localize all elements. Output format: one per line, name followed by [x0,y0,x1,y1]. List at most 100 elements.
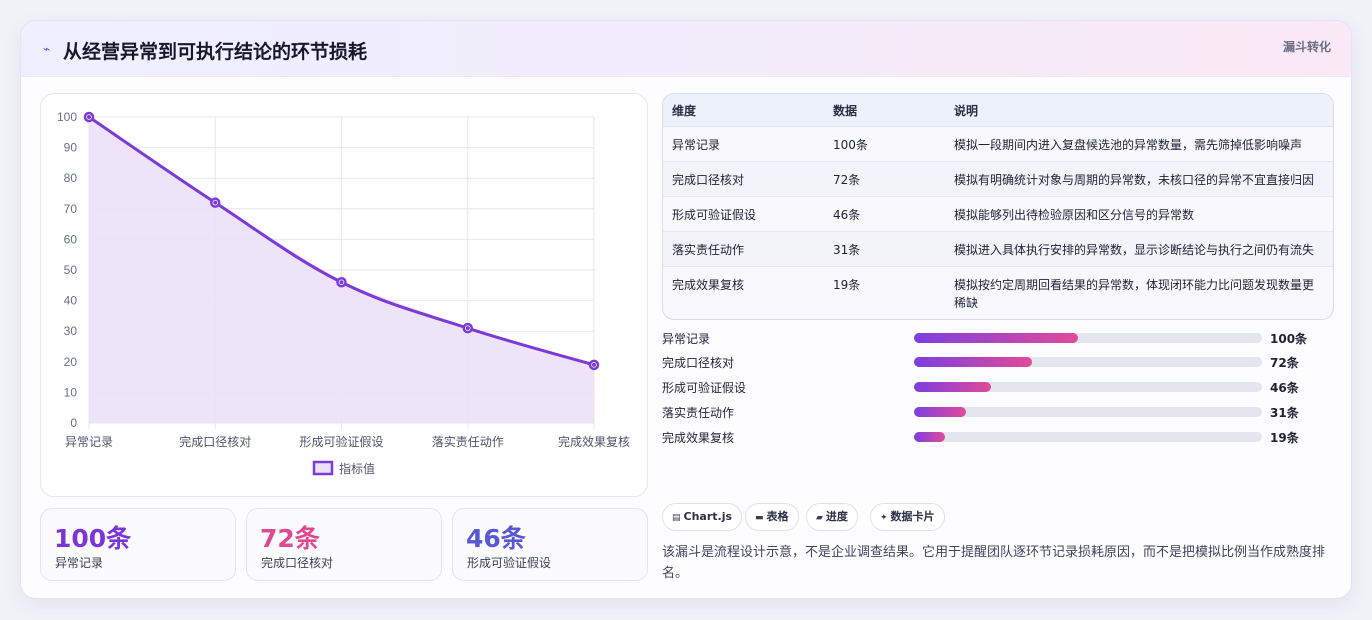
table-cell: 31条 [833,243,861,257]
progress-fill [914,357,1033,367]
table-cell: 模拟能够列出待检验原因和区分信号的异常数 [954,208,1195,222]
progress-track [914,333,1262,343]
chip-label: 数据卡片 [890,510,935,523]
progress-row: 形成可验证假设 46条 [662,378,1334,396]
y-tick-label: 30 [64,324,78,338]
legend-label: 指标值 [339,461,375,476]
progress-value: 100条 [1270,332,1308,346]
header-cell: 说明 [954,104,979,118]
data-point-core [339,280,344,285]
header-cell: 数据 [833,104,858,118]
chip-chartjs[interactable]: ▤ Chart.js [662,503,743,531]
table-cell: 模拟进入具体执行安排的异常数，显示诊断结论与执行之间仍有流失 [954,243,1315,257]
funnel-card: ⌁ 从经营异常到可执行结论的环节损耗 漏斗转化 0 10 20 30 40 50 60 70 8… [20,20,1352,599]
kpi-card-1: 72条 完成口径核对 [246,508,442,581]
progress-value: 19条 [1270,431,1299,445]
progress-row: 完成口径核对 72条 [662,353,1334,371]
kpi-value: 46条 [466,524,526,553]
progress-label: 落实责任动作 [662,406,735,420]
table-row: 形成可验证假设 46条 模拟能够列出待检验原因和区分信号的异常数 [663,197,1333,232]
y-tick-label: 80 [64,171,78,185]
progress-row: 完成效果复核 19条 [662,428,1334,446]
table-cell: 完成效果复核 [672,278,745,292]
table-cell: 异常记录 [672,138,721,152]
chip-label: 表格 [766,510,789,523]
kpi-label: 完成口径核对 [261,556,334,570]
y-tick-label: 20 [64,355,78,369]
chip-data-card[interactable]: ✦ 数据卡片 [870,503,945,531]
table-cell: 落实责任动作 [672,243,745,257]
progress-row: 异常记录 100条 [662,329,1334,347]
progress-fill [914,407,967,417]
progress-track [914,432,1262,442]
x-tick-label: 完成口径核对 [179,434,251,449]
x-tick-label: 形成可验证假设 [299,434,383,449]
progress-track [914,357,1262,367]
table-cell: 模拟一段期间内进入复盘候选池的异常数量，需先筛掉低影响噪声 [954,138,1303,152]
progress-list: 异常记录 100条 完成口径核对 72条 形成可验证假设 46条 落实责任动作 … [662,329,1334,459]
y-tick-label: 60 [64,232,78,246]
kpi-card-0: 100条 异常记录 [40,508,236,581]
table-cell: 完成口径核对 [672,173,745,187]
data-point-core [465,326,470,331]
data-table: 维度 数据 说明 异常记录 100条 模拟一段期间内进入复盘候选池的异常数量，需… [662,93,1334,320]
kpi-label: 形成可验证假设 [467,556,552,570]
card-header: ⌁ 从经营异常到可执行结论的环节损耗 漏斗转化 [21,21,1351,77]
legend-swatch [312,460,334,476]
progress-label: 异常记录 [662,332,711,346]
table-row: 落实责任动作 31条 模拟进入具体执行安排的异常数，显示诊断结论与执行之间仍有流… [663,232,1333,267]
table-cell: 模拟有明确统计对象与周期的异常数，未核口径的异常不宜直接归因 [954,173,1315,187]
kpi-card-2: 46条 形成可验证假设 [452,508,648,581]
progress-icon: ▰ [816,513,823,523]
page-title: 从经营异常到可执行结论的环节损耗 [63,41,368,63]
x-tick-label: 异常记录 [65,435,113,449]
progress-row: 落实责任动作 31条 [662,403,1334,421]
table-icon: ▬ [755,513,764,523]
data-point-core [87,115,91,119]
table-cell: 72条 [833,173,861,187]
y-tick-label: 50 [64,263,78,277]
chip-progress[interactable]: ▰ 进度 [806,503,858,531]
y-tick-label: 100 [57,110,77,124]
y-tick-label: 10 [64,385,78,399]
chip-label: 进度 [825,510,848,523]
chart-icon: ▤ [672,513,681,523]
progress-track [914,382,1262,392]
header-cell: 维度 [672,104,697,118]
progress-value: 72条 [1270,356,1299,370]
kpi-value: 100条 [54,524,132,553]
sparkle-icon: ✦ [880,513,888,523]
table-row: 完成效果复核 19条 模拟按约定周期回看结果的异常数，体现闭环能力比问题发现数量… [663,267,1333,317]
chart-panel: 0 10 20 30 40 50 60 70 80 90 100 异常记录 完成口径核对 形成可验证假设 落… [40,93,648,497]
table-cell: 46条 [833,208,861,222]
x-tick-label: 落实责任动作 [432,434,504,449]
table-cell: 100条 [833,138,868,152]
category-tag: 漏斗转化 [1282,40,1331,54]
progress-fill [914,432,946,442]
progress-label: 完成效果复核 [662,431,735,445]
chip-label: Chart.js [683,510,733,523]
data-point-core [213,200,218,205]
y-tick-label: 0 [70,416,77,430]
table-header: 维度 数据 说明 [663,94,1333,127]
progress-label: 形成可验证假设 [662,381,747,395]
table-cell: 模拟按约定周期回看结果的异常数，体现闭环能力比问题发现数量更稀缺 [954,278,1315,310]
progress-value: 31条 [1270,406,1299,420]
footnote: 该漏斗是流程设计示意，不是企业调查结果。它用于提醒团队逐环节记录损耗原因，而不是… [662,545,1326,581]
progress-fill [914,382,991,392]
kpi-label: 异常记录 [55,556,104,570]
area-chart: 0 10 20 30 40 50 60 70 80 90 100 异常记录 完成口径核对 形成可验证假设 落… [57,110,630,476]
chip-table[interactable]: ▬ 表格 [745,503,799,531]
table-cell: 19条 [833,278,861,292]
y-tick-label: 70 [64,202,78,216]
chart-lightning-icon: ⌁ [43,42,51,56]
y-tick-label: 90 [64,141,78,155]
table-row: 异常记录 100条 模拟一段期间内进入复盘候选池的异常数量，需先筛掉低影响噪声 [663,127,1333,162]
table-row: 完成口径核对 72条 模拟有明确统计对象与周期的异常数，未核口径的异常不宜直接归… [663,162,1333,197]
data-point-core [592,362,596,367]
x-tick-label: 完成效果复核 [558,434,630,449]
progress-track [914,407,1262,417]
kpi-value: 72条 [260,524,320,553]
progress-fill [914,333,1078,343]
table-cell: 形成可验证假设 [672,208,757,222]
